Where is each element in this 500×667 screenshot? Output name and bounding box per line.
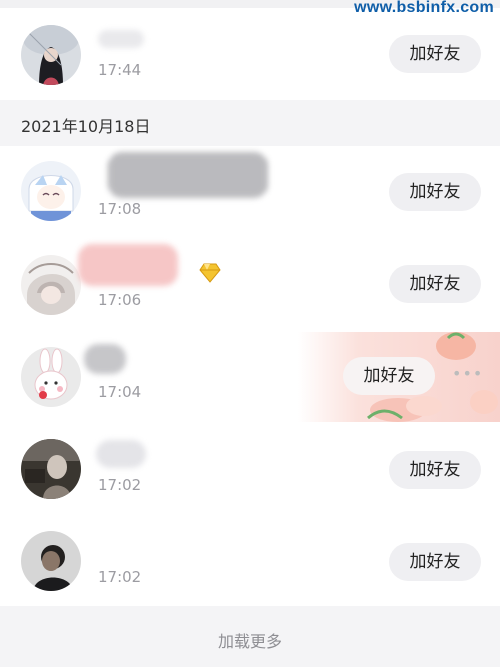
add-friend-button[interactable]: 加好友	[343, 357, 435, 395]
avatar[interactable]	[21, 439, 81, 499]
diamond-badge-icon	[199, 263, 221, 287]
list-item[interactable]: 17:44 加好友	[0, 8, 500, 100]
contact-name-blurred	[98, 30, 144, 48]
more-dots-icon[interactable]: •••	[452, 364, 483, 383]
add-friend-button[interactable]: 加好友	[389, 35, 481, 73]
list-item[interactable]: 17:06 加好友	[0, 238, 500, 330]
contact-name-blurred	[78, 244, 178, 286]
request-time: 17:04	[98, 383, 142, 401]
date-section-header: 2021年10月18日	[0, 100, 500, 146]
add-friend-button[interactable]: 加好友	[389, 451, 481, 489]
list-item[interactable]: 17:02 加好友	[0, 514, 500, 606]
avatar[interactable]	[21, 25, 81, 85]
request-time: 17:02	[98, 476, 142, 494]
request-time: 17:08	[98, 200, 142, 218]
add-friend-button[interactable]: 加好友	[389, 265, 481, 303]
load-more-label: 加载更多	[217, 632, 282, 651]
avatar[interactable]	[21, 255, 81, 315]
section-date: 2021年10月18日	[21, 117, 151, 136]
contact-name-blurred	[96, 440, 146, 468]
request-time: 17:06	[98, 291, 142, 309]
add-friend-button[interactable]: 加好友	[389, 543, 481, 581]
request-time: 17:44	[98, 61, 142, 79]
list-item[interactable]: 17:02 加好友	[0, 422, 500, 514]
avatar[interactable]	[21, 531, 81, 591]
contact-name-blurred	[84, 344, 126, 374]
list-item[interactable]: 17:08 加好友	[0, 146, 500, 238]
request-time: 17:02	[98, 568, 142, 586]
contact-name-blurred	[108, 152, 268, 198]
avatar[interactable]	[21, 347, 81, 407]
friend-request-list: www.bsbinfx.com 17:44 加好友 2021年10月18日 17…	[0, 0, 500, 667]
add-friend-button[interactable]: 加好友	[389, 173, 481, 211]
load-more-button[interactable]: 加载更多	[0, 606, 500, 667]
avatar[interactable]	[21, 161, 81, 221]
